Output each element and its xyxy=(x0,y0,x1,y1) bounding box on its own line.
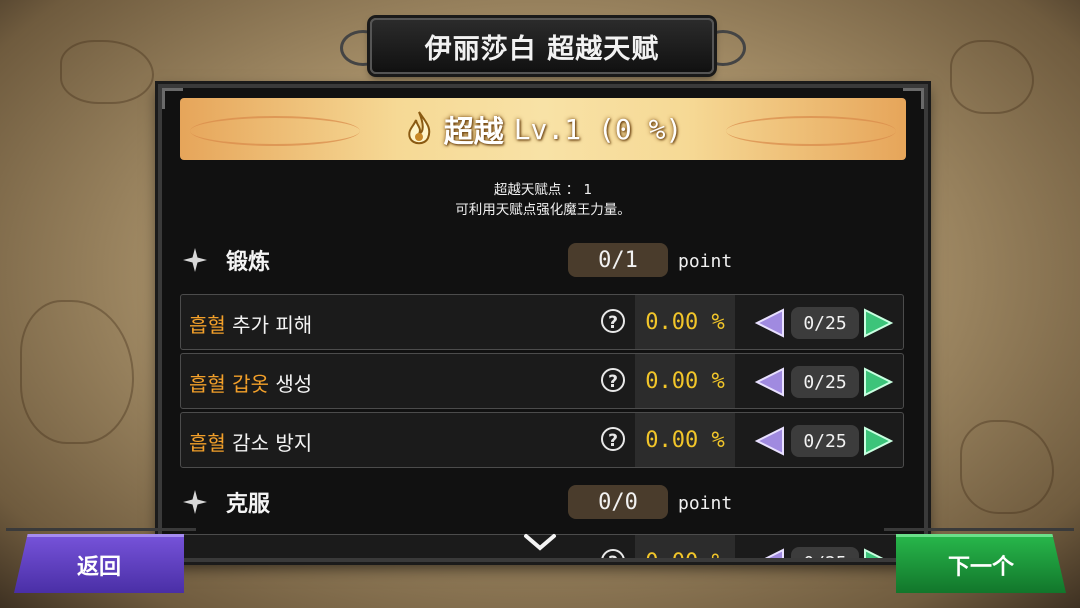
map-decoration xyxy=(950,40,1034,114)
next-button[interactable]: 下一个 xyxy=(896,534,1066,593)
talent-label-keyword: 흡혈 xyxy=(189,313,226,337)
banner-ornament-left xyxy=(190,116,360,146)
back-button[interactable]: 返回 xyxy=(14,534,184,593)
level-banner: 超越 Lv.1 (0 %) xyxy=(180,98,906,160)
talent-description: 可利用天赋点强化魔王力量。 xyxy=(455,202,631,218)
section-header: 锻炼 0/1 point xyxy=(182,240,902,280)
talent-label: 흡혈 추가 피해 xyxy=(189,309,312,338)
page-title: 伊丽莎白 超越天赋 xyxy=(370,18,714,74)
section-name: 锻炼 xyxy=(226,250,271,275)
talent-count: 0/25 xyxy=(791,547,859,558)
talent-percent: 0.00 % xyxy=(635,354,735,408)
arrow-right-icon[interactable] xyxy=(863,425,897,457)
help-icon[interactable]: ? xyxy=(601,549,625,558)
banner-level: Lv.1 (0 %) xyxy=(513,112,683,146)
section-points: 0/0 xyxy=(568,485,668,519)
help-icon[interactable]: ? xyxy=(601,368,625,392)
section-name: 克服 xyxy=(226,492,271,517)
talent-label-text: 추가 피해 xyxy=(232,313,313,337)
talent-label-keyword: 흡혈 xyxy=(189,431,226,455)
arrow-left-icon[interactable] xyxy=(751,425,785,457)
help-icon[interactable]: ? xyxy=(601,427,625,451)
arrow-right-icon[interactable] xyxy=(863,547,897,562)
arrow-right-icon[interactable] xyxy=(863,366,897,398)
points-unit: point xyxy=(678,493,733,514)
arrow-right-icon[interactable] xyxy=(863,307,897,339)
section-points: 0/1 xyxy=(568,243,668,277)
map-decoration xyxy=(60,40,154,104)
talent-label-keyword-2: 갑옷 xyxy=(232,372,269,396)
talent-count: 0/25 xyxy=(791,307,859,339)
map-decoration xyxy=(20,300,134,444)
arrow-left-icon[interactable] xyxy=(751,547,785,562)
flame-icon xyxy=(408,111,430,145)
talent-row: 흡혈 갑옷 생성 ? 0.00 % 0/25 xyxy=(180,353,904,409)
points-unit: point xyxy=(678,251,733,272)
banner-ornament-right xyxy=(726,116,896,146)
talent-count: 0/25 xyxy=(791,425,859,457)
star-icon xyxy=(183,490,207,514)
panel-corner xyxy=(903,88,924,109)
talent-label-text: 감소 방지 xyxy=(232,431,313,455)
talent-points-info: 超越天赋点 ： 1 xyxy=(493,182,593,198)
talent-count: 0/25 xyxy=(791,366,859,398)
page-title-text: 伊丽莎白 超越天赋 xyxy=(424,33,660,65)
talent-label-text: 생성 xyxy=(275,372,313,396)
talent-percent: 0.00 % xyxy=(635,295,735,349)
talent-percent: 0.00 % xyxy=(635,535,735,558)
talent-label: 흡혈 갑옷 생성 xyxy=(189,368,312,397)
map-decoration xyxy=(960,420,1054,514)
talent-label-keyword: 흡혈 xyxy=(189,372,226,396)
star-icon xyxy=(183,248,207,272)
talent-panel: 超越 Lv.1 (0 %) 超越天赋点 ： 1 可利用天赋点强化魔王力量。 锻炼… xyxy=(158,84,928,562)
arrow-left-icon[interactable] xyxy=(751,366,785,398)
banner-title: 超越 xyxy=(443,115,504,150)
panel-corner xyxy=(162,88,183,109)
talent-row: 흡혈 추가 피해 ? 0.00 % 0/25 xyxy=(180,294,904,350)
talent-percent: 0.00 % xyxy=(635,413,735,467)
talent-row: 흡혈 감소 방지 ? 0.00 % 0/25 xyxy=(180,412,904,468)
section-header: 克服 0/0 point xyxy=(182,482,902,522)
chevron-down-icon[interactable] xyxy=(522,532,558,554)
talent-label: 흡혈 감소 방지 xyxy=(189,427,312,456)
arrow-left-icon[interactable] xyxy=(751,307,785,339)
help-icon[interactable]: ? xyxy=(601,309,625,333)
